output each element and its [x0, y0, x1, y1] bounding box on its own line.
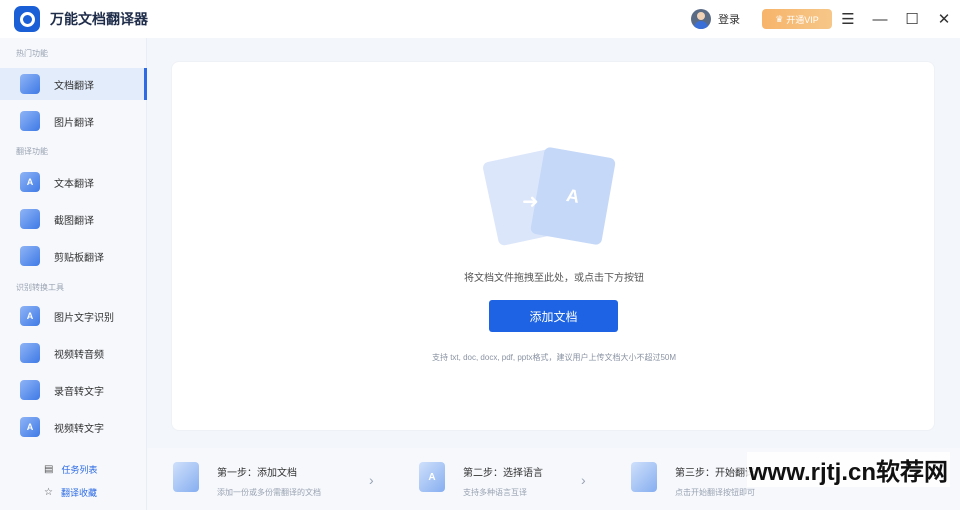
language-icon: A	[419, 462, 445, 492]
sidebar-item-clipboard-translate[interactable]: 剪贴板翻译	[0, 240, 147, 272]
vip-button[interactable]: ♛ 开通VIP	[762, 9, 832, 29]
watermark-text: www.rjtj.cn软荐网	[746, 452, 950, 487]
section-label-hot: 热门功能	[16, 49, 48, 58]
video-icon	[20, 343, 40, 363]
translate-file-icon	[631, 462, 657, 492]
sidebar-item-label: 文档翻译	[54, 80, 94, 92]
step-title: 第三步：开始翻译	[675, 468, 755, 479]
ocr-icon: A	[20, 306, 40, 326]
image-icon	[20, 111, 40, 131]
sidebar-item-text-translate[interactable]: A 文本翻译	[0, 166, 147, 198]
section-label-tools: 识别转换工具	[16, 283, 64, 292]
app-title: 万能文档翻译器	[50, 11, 148, 27]
close-icon[interactable]: ✕	[928, 0, 960, 38]
menu-icon[interactable]: ☰	[832, 0, 864, 38]
sidebar-item-label: 视频转文字	[54, 423, 104, 435]
supported-formats-note: 支持 txt, doc, docx, pdf, pptx格式，建议用户上传文档大…	[431, 353, 677, 362]
sidebar-item-video-to-text[interactable]: A 视频转文字	[0, 411, 147, 443]
step-subtitle: 点击开始翻译按钮即可	[675, 488, 755, 497]
step-add-document: 第一步：添加文档 添加一份或多份需翻译的文档	[173, 462, 321, 498]
sidebar-item-ocr[interactable]: A 图片文字识别	[0, 300, 147, 332]
clipboard-icon	[20, 246, 40, 266]
favorites-label: 翻译收藏	[60, 488, 97, 498]
task-list-icon: ▤	[44, 464, 54, 475]
add-document-button[interactable]: 添加文档	[489, 300, 618, 332]
title-bar: 万能文档翻译器 登录 ♛ 开通VIP ☰ — ☐ ✕	[0, 0, 960, 38]
sidebar-item-image-translate[interactable]: 图片翻译	[0, 105, 147, 137]
text-icon: A	[20, 172, 40, 192]
vip-label: 开通VIP	[786, 14, 819, 25]
sidebar-item-document-translate[interactable]: 文档翻译	[0, 68, 147, 100]
step-title: 第二步：选择语言	[463, 468, 543, 479]
chevron-right-icon: ›	[581, 472, 586, 488]
drop-hint-text: 将文档文件拖拽至此处，或点击下方按钮	[464, 273, 644, 284]
step-title: 第一步：添加文档	[217, 468, 297, 479]
sidebar: 热门功能 文档翻译 图片翻译 翻译功能 A 文本翻译 截图翻译 剪贴板翻译 识别…	[0, 38, 147, 510]
microphone-icon	[20, 380, 40, 400]
task-list-link[interactable]: ▤ 任务列表	[44, 463, 97, 476]
sidebar-item-label: 图片文字识别	[54, 312, 114, 324]
sidebar-item-label: 截图翻译	[54, 215, 94, 227]
document-icon	[20, 74, 40, 94]
favorites-link[interactable]: ☆ 翻译收藏	[44, 486, 97, 499]
sidebar-item-label: 视频转音频	[54, 349, 104, 361]
sidebar-item-label: 图片翻译	[54, 117, 94, 129]
section-label-translate: 翻译功能	[16, 147, 48, 156]
sidebar-item-screenshot-translate[interactable]: 截图翻译	[0, 203, 147, 235]
sidebar-item-label: 剪贴板翻译	[54, 252, 104, 264]
step-start-translate: 第三步：开始翻译 点击开始翻译按钮即可	[631, 462, 755, 498]
crown-icon: ♛	[775, 13, 784, 24]
sidebar-item-audio-to-text[interactable]: 录音转文字	[0, 374, 147, 406]
file-drop-zone[interactable]: A ➜ 将文档文件拖拽至此处，或点击下方按钮 添加文档 支持 txt, doc,…	[171, 61, 935, 431]
add-file-icon	[173, 462, 199, 492]
video-text-icon: A	[20, 417, 40, 437]
step-subtitle: 添加一份或多份需翻译的文档	[217, 488, 321, 497]
step-select-language: A 第二步：选择语言 支持多种语言互译	[419, 462, 543, 498]
sidebar-item-label: 录音转文字	[54, 386, 104, 398]
task-list-label: 任务列表	[61, 465, 98, 475]
sidebar-item-video-to-audio[interactable]: 视频转音频	[0, 337, 147, 369]
star-icon: ☆	[44, 487, 53, 498]
maximize-icon[interactable]: ☐	[896, 0, 928, 38]
sidebar-item-label: 文本翻译	[54, 178, 94, 190]
document-translate-illustration-icon: A ➜	[481, 146, 627, 257]
step-subtitle: 支持多种语言互译	[463, 488, 527, 497]
user-avatar-icon[interactable]	[691, 9, 711, 29]
screenshot-icon	[20, 209, 40, 229]
minimize-icon[interactable]: —	[864, 0, 896, 38]
chevron-right-icon: ›	[369, 472, 374, 488]
main-content: A ➜ 将文档文件拖拽至此处，或点击下方按钮 添加文档 支持 txt, doc,…	[147, 38, 960, 448]
login-link[interactable]: 登录	[718, 11, 740, 27]
app-logo-icon	[14, 6, 40, 32]
